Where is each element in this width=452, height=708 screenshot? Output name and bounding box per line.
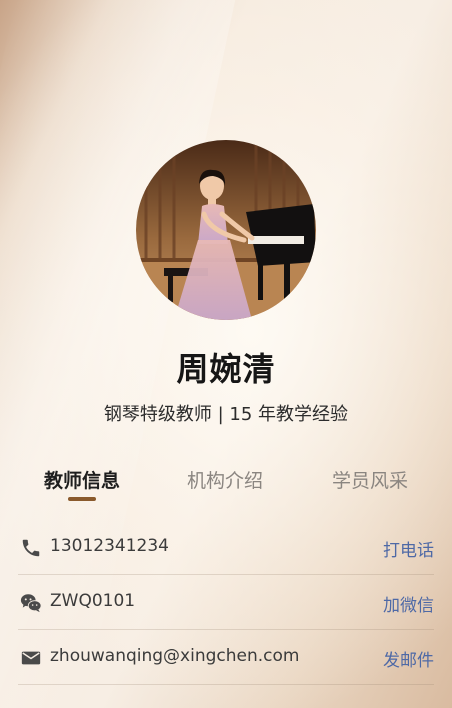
email-address: zhouwanqing@xingchen.com xyxy=(50,646,300,666)
wechat-id: ZWQ0101 xyxy=(50,591,136,611)
send-email-button[interactable]: 发邮件 xyxy=(383,646,434,671)
contact-row-phone: 13012341234 打电话 xyxy=(18,520,434,575)
avatar xyxy=(136,140,316,320)
contact-row-wechat: ZWQ0101 加微信 xyxy=(18,575,434,630)
wechat-icon xyxy=(20,592,42,614)
phone-number: 13012341234 xyxy=(50,536,169,556)
teacher-subtitle: 钢琴特级教师 | 15 年教学经验 xyxy=(103,404,349,425)
teacher-at-piano-photo xyxy=(136,140,316,320)
teacher-name: 周婉清 xyxy=(176,350,276,388)
mail-icon xyxy=(20,647,42,669)
active-tab-indicator xyxy=(68,497,96,501)
contact-row-email: zhouwanqing@xingchen.com 发邮件 xyxy=(18,630,434,685)
tab-institution-intro[interactable]: 机构介绍 xyxy=(170,466,280,493)
phone-icon xyxy=(20,537,42,559)
add-wechat-button[interactable]: 加微信 xyxy=(383,591,434,616)
call-button[interactable]: 打电话 xyxy=(383,536,434,561)
divider xyxy=(18,684,434,685)
tab-teacher-info[interactable]: 教师信息 xyxy=(27,466,137,493)
tab-student-showcase[interactable]: 学员风采 xyxy=(315,466,425,493)
